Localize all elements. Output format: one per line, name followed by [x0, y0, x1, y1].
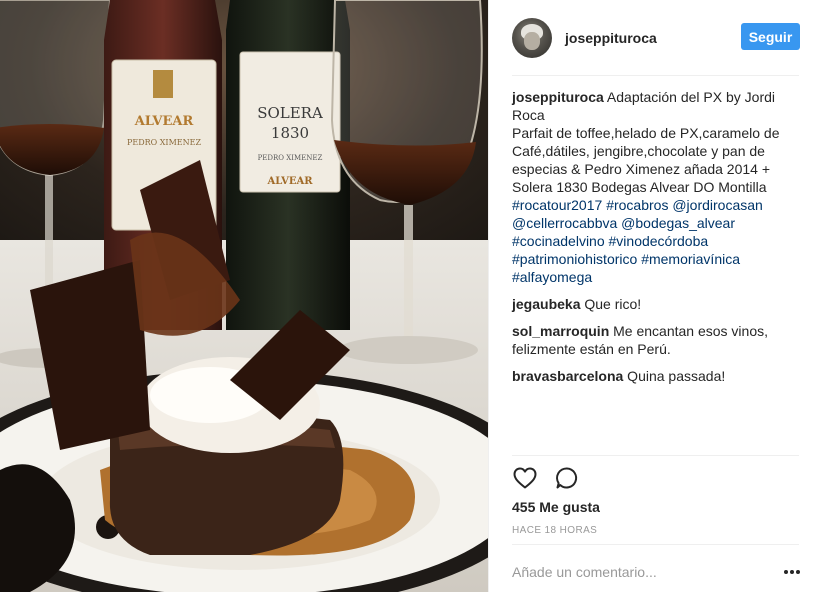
right-bottle-name-line2: 1830 — [271, 124, 309, 142]
post-side-panel: joseppituroca Seguir joseppituroca Adapt… — [488, 0, 817, 592]
post-actions — [512, 465, 580, 491]
heart-icon[interactable] — [512, 465, 538, 491]
comments-list: joseppituroca Adaptación del PX by Jordi… — [512, 88, 804, 394]
comment-text: Quina passada! — [623, 368, 726, 384]
comment-icon[interactable] — [554, 465, 580, 491]
comment-item: jegaubeka Que rico! — [512, 295, 804, 313]
hashtag-link[interactable]: #cocinadelvino — [512, 233, 605, 249]
more-options-icon[interactable] — [780, 563, 804, 581]
composer-divider — [512, 544, 799, 545]
hashtag-link[interactable]: @jordirocasan — [672, 197, 762, 213]
post-photo[interactable]: ALVEAR PEDRO XIMENEZ SOLERA 1830 PEDRO X… — [0, 0, 488, 592]
comment-username[interactable]: sol_marroquin — [512, 323, 609, 339]
right-bottle-subtitle: PEDRO XIMENEZ — [258, 154, 323, 162]
hashtag-link[interactable]: @bodegas_alvear — [621, 215, 735, 231]
comment-text: Que rico! — [580, 296, 642, 312]
likes-count[interactable]: 455 Me gusta — [512, 499, 600, 515]
header-divider — [512, 75, 799, 76]
avatar[interactable] — [512, 17, 552, 58]
right-bottle-name-line1: SOLERA — [257, 104, 323, 122]
comment-item: sol_marroquin Me encantan esos vinos, fe… — [512, 322, 804, 358]
comment-username[interactable]: bravasbarcelona — [512, 368, 623, 384]
hashtag-link[interactable]: #rocabros — [606, 197, 668, 213]
left-bottle-brand: ALVEAR — [134, 114, 194, 129]
hashtag-link[interactable]: #vinodecórdoba — [609, 233, 709, 249]
actions-divider — [512, 455, 799, 456]
hashtag-link[interactable]: #patrimoniohistorico — [512, 251, 637, 267]
follow-button[interactable]: Seguir — [741, 23, 800, 50]
hashtag-link[interactable]: #alfayomega — [512, 269, 592, 285]
hashtag-link[interactable]: @cellerrocabbva — [512, 215, 617, 231]
dessert-photo-illustration: ALVEAR PEDRO XIMENEZ SOLERA 1830 PEDRO X… — [0, 0, 488, 592]
hashtag-link[interactable]: #memoriavínica — [641, 251, 740, 267]
comment-text: Parfait de toffee,helado de PX,caramelo … — [512, 125, 780, 195]
hashtag-link[interactable]: #rocatour2017 — [512, 197, 602, 213]
right-bottle-brand: ALVEAR — [266, 176, 313, 187]
header-username[interactable]: joseppituroca — [565, 30, 657, 46]
left-bottle-subtitle: PEDRO XIMENEZ — [127, 138, 201, 147]
post-timestamp[interactable]: HACE 18 HORAS — [512, 525, 597, 536]
comment-username[interactable]: jegaubeka — [512, 296, 580, 312]
comment-item: bravasbarcelona Quina passada! — [512, 367, 804, 385]
comment-item: joseppituroca Adaptación del PX by Jordi… — [512, 88, 804, 286]
comment-input[interactable] — [512, 561, 752, 583]
comment-username[interactable]: joseppituroca — [512, 89, 604, 105]
